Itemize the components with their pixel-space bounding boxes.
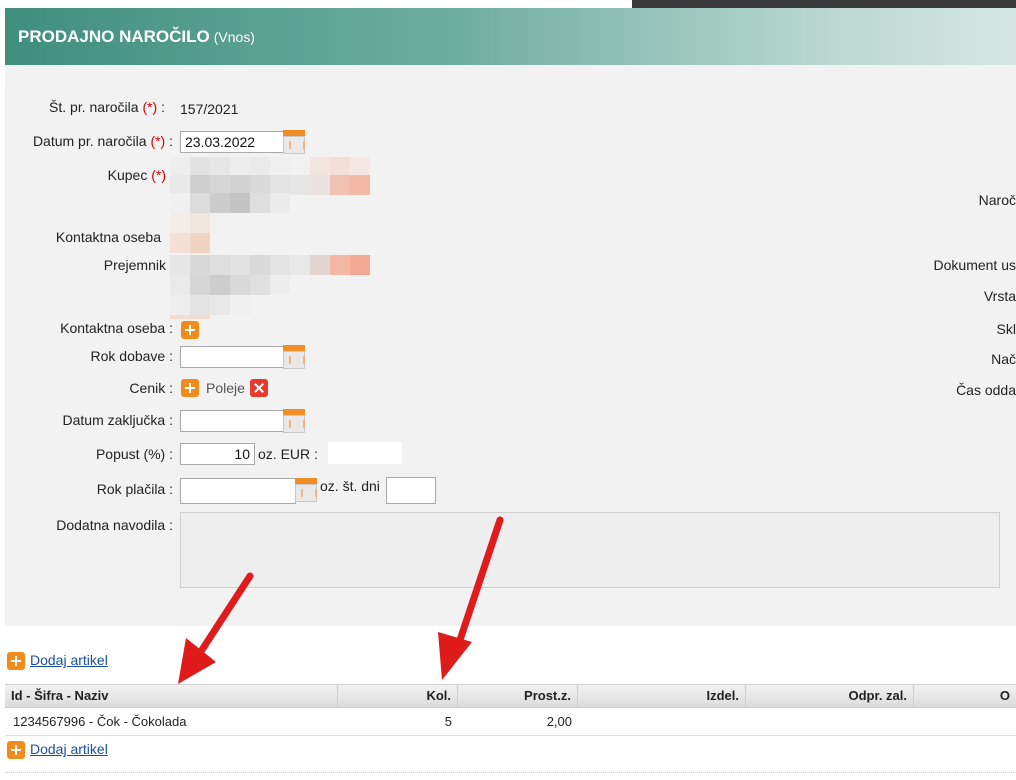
calendar-icon[interactable]: [295, 478, 317, 502]
customer-redacted: [170, 157, 380, 213]
row-item-qty: 5: [444, 714, 452, 729]
right-label-method: Nač: [991, 351, 1016, 367]
right-label-order: Naroč: [978, 192, 1016, 208]
col-open-stock[interactable]: Odpr. zal.: [746, 685, 914, 707]
payment-label: Rok plačila :: [96, 481, 173, 497]
page-header: PRODAJNO NAROČILO (Vnos): [5, 8, 1016, 65]
order-no-value: 157/2021: [180, 101, 239, 117]
calendar-icon[interactable]: [283, 409, 305, 433]
page-title: PRODAJNO NAROČILO (Vnos): [18, 27, 255, 47]
row-item-name: 1234567996 - Čok - Čokolada: [13, 714, 187, 729]
contact1-redacted: [170, 213, 230, 253]
notes-textarea[interactable]: [180, 512, 1000, 588]
required-marker: (*): [150, 133, 166, 149]
title-text: PRODAJNO NAROČILO: [18, 27, 210, 46]
payment-days-input[interactable]: [386, 477, 436, 504]
col-free[interactable]: Prost.z.: [458, 685, 578, 707]
add-item-icon[interactable]: [7, 652, 25, 670]
calendar-icon[interactable]: [283, 130, 305, 154]
payment-input[interactable]: [180, 478, 296, 504]
add-pricelist-icon[interactable]: [181, 379, 199, 397]
pricelist-value: Poleje: [206, 380, 245, 396]
contact2-label-text: Kontaktna oseba: [60, 320, 166, 336]
add-item-icon[interactable]: [7, 741, 25, 759]
order-no-label: Št. pr. naročila (*) :: [49, 99, 165, 115]
right-label-type: Vrsta: [983, 288, 1016, 304]
discount-eur-label: oz. EUR :: [258, 446, 318, 462]
payment-days-label: oz. št. dni: [320, 478, 380, 494]
required-marker: (*): [151, 167, 166, 183]
title-mode: (Vnos): [213, 29, 255, 45]
col-other[interactable]: O: [914, 685, 1016, 707]
required-marker: (*): [142, 99, 158, 115]
divider: [5, 772, 1016, 774]
red-arrow-icon: [438, 516, 504, 680]
order-no-label-text: Št. pr. naročila: [49, 99, 139, 115]
recipient-redacted: [170, 255, 380, 319]
contact1-label: Kontaktna oseba: [55, 229, 161, 245]
discount-input[interactable]: [180, 443, 255, 465]
row-item-free: 2,00: [546, 714, 572, 729]
calendar-icon[interactable]: [283, 345, 305, 369]
right-label-document: Dokument us: [933, 257, 1016, 273]
red-arrow-icon: [178, 572, 254, 684]
contact2-label: Kontaktna oseba :: [60, 320, 173, 336]
col-made[interactable]: Izdel.: [578, 685, 746, 707]
col-qty[interactable]: Kol.: [338, 685, 458, 707]
notes-label: Dodatna navodila :: [56, 517, 173, 533]
customer-label-text: Kupec: [107, 167, 148, 183]
items-table-header: Id - Šifra - Naziv Kol. Prost.z. Izdel. …: [5, 684, 1016, 708]
close-date-label: Datum zaključka :: [62, 412, 173, 428]
delivery-label: Rok dobave :: [90, 348, 174, 364]
close-date-input[interactable]: [180, 410, 284, 432]
discount-label: Popust (%) :: [95, 446, 173, 462]
add-item-link[interactable]: Dodaj artikel: [30, 652, 108, 668]
customer-label: Kupec (*): [108, 167, 166, 183]
order-date-input[interactable]: [180, 131, 284, 153]
recipient-label: Prejemnik: [103, 257, 166, 273]
table-row[interactable]: 1234567996 - Čok - Čokolada 5 2,00: [5, 708, 1016, 736]
add-contact-icon[interactable]: [181, 321, 199, 339]
add-item-link-bottom[interactable]: Dodaj artikel: [30, 741, 108, 757]
delivery-input[interactable]: [180, 346, 284, 368]
pricelist-label: Cenik :: [129, 380, 173, 396]
order-date-label-text: Datum pr. naročila: [32, 133, 147, 149]
discount-eur-input[interactable]: [328, 442, 402, 464]
right-label-time: Čas odda: [956, 382, 1016, 398]
right-label-warehouse: Skl: [996, 321, 1016, 337]
order-date-label: Datum pr. naročila (*) :: [32, 133, 173, 149]
remove-pricelist-icon[interactable]: [250, 379, 268, 397]
